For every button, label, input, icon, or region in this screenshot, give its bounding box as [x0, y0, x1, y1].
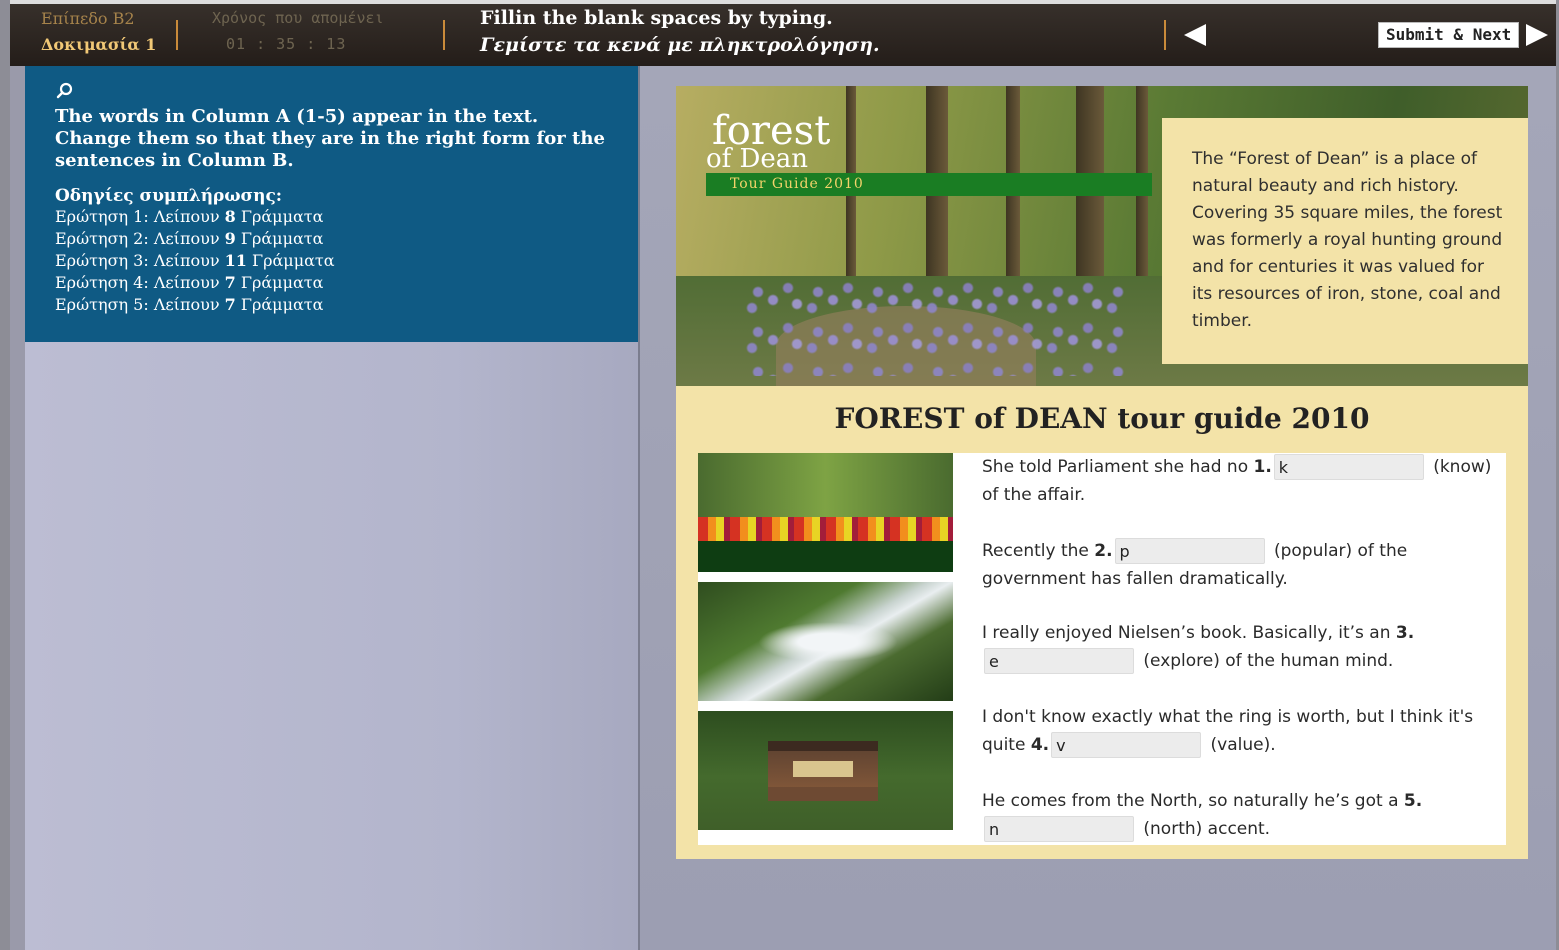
- timer-label: Χρόνος που απομένει: [212, 9, 384, 27]
- content-area: forest of Dean Tour Guide 2010 The “Fore…: [640, 66, 1556, 950]
- answer-input-5[interactable]: [984, 816, 1134, 842]
- instruction-english: Fillin the blank spaces by typing.: [480, 7, 833, 29]
- forest-banner-image: forest of Dean Tour Guide 2010 The “Fore…: [676, 86, 1528, 386]
- next-arrow-icon[interactable]: [1526, 24, 1548, 46]
- completion-item: Ερώτηση 2: Λείπουν 9 Γράμματα: [55, 229, 324, 248]
- previous-arrow-icon[interactable]: [1184, 24, 1206, 46]
- top-bar: Επίπεδο Β2 Δοκιμασία 1 Χρόνος που απομέν…: [10, 0, 1556, 66]
- main-instruction: The words in Column A (1-5) appear in th…: [55, 106, 605, 171]
- search-icon[interactable]: [56, 82, 76, 102]
- bluebells: [746, 276, 1126, 376]
- completion-item: Ερώτηση 5: Λείπουν 7 Γράμματα: [55, 295, 324, 314]
- about-text: The “Forest of Dean” is a place of natur…: [1192, 149, 1503, 331]
- answer-input-3[interactable]: [984, 648, 1134, 674]
- test-label: Δοκιμασία 1: [41, 35, 157, 54]
- question-2: Recently the 2. (popular) of the governm…: [982, 537, 1502, 593]
- question-3: I really enjoyed Nielsen’s book. Basical…: [982, 619, 1502, 675]
- instruction-greek: Γεμίστε τα κενά με πληκτρολόγηση.: [480, 34, 880, 56]
- separator: [443, 20, 445, 50]
- left-panel: The words in Column A (1-5) appear in th…: [25, 66, 638, 950]
- countdown-timer: 01 : 35 : 13: [226, 35, 347, 53]
- question-5: He comes from the North, so naturally he…: [982, 787, 1502, 843]
- completion-item: Ερώτηση 4: Λείπουν 7 Γράμματα: [55, 273, 324, 292]
- separator: [176, 20, 178, 50]
- answer-input-1[interactable]: [1273, 454, 1424, 480]
- window-frame-left: [0, 0, 10, 950]
- completion-item: Ερώτηση 3: Λείπουν 11 Γράμματα: [55, 251, 335, 270]
- answer-input-2[interactable]: [1114, 538, 1265, 564]
- stream-photo: [698, 582, 953, 701]
- tour-guide-label: Tour Guide 2010: [730, 176, 864, 192]
- question-4: I don't know exactly what the ring is wo…: [982, 703, 1502, 759]
- question-1: She told Parliament she had no 1. (know)…: [982, 453, 1502, 509]
- tulips-photo: [698, 453, 953, 572]
- questions-area: She told Parliament she had no 1. (know)…: [698, 453, 1506, 845]
- completion-list: Ερώτηση 1: Λείπουν 8 Γράμματα Ερώτηση 2:…: [55, 206, 608, 316]
- answer-input-4[interactable]: [1051, 732, 1202, 758]
- completion-heading: Οδηγίες συμπλήρωσης:: [55, 186, 283, 206]
- tour-guide-bar: Tour Guide 2010: [706, 173, 1152, 196]
- completion-item: Ερώτηση 1: Λείπουν 8 Γράμματα: [55, 207, 324, 226]
- instructions-box: The words in Column A (1-5) appear in th…: [25, 66, 638, 342]
- tree-trunk: [846, 86, 856, 306]
- logo-text: of Dean: [706, 144, 809, 174]
- house-photo: [698, 711, 953, 830]
- level-label: Επίπεδο Β2: [41, 9, 135, 28]
- submit-next-button[interactable]: Submit & Next: [1378, 22, 1520, 48]
- card-title: FOREST of DEAN tour guide 2010: [834, 402, 1370, 435]
- about-text-box: The “Forest of Dean” is a place of natur…: [1162, 118, 1528, 364]
- exercise-card: forest of Dean Tour Guide 2010 The “Fore…: [676, 86, 1528, 859]
- separator: [1164, 20, 1166, 50]
